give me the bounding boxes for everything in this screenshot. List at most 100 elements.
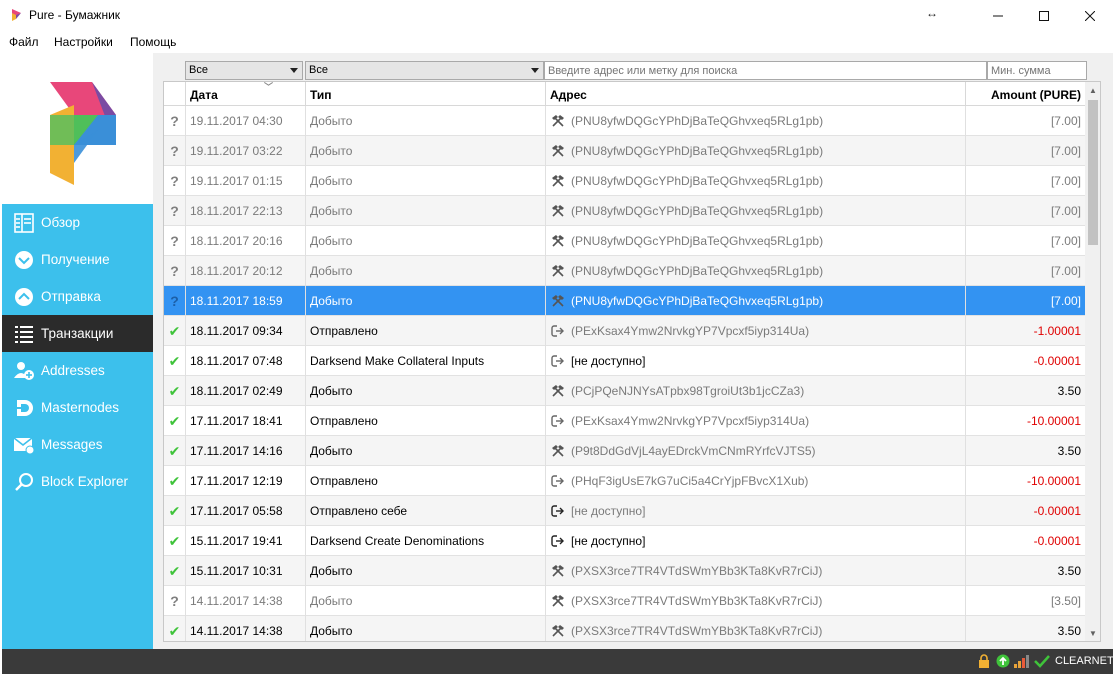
type-cell: Добыто — [306, 556, 546, 586]
status-icon: ? — [164, 286, 186, 316]
sidebar-item-block-explorer[interactable]: Block Explorer — [2, 463, 153, 500]
address-cell: (PNU8yfwDQGcYPhDjBaTeQGhvxeq5RLg1pb) — [546, 166, 966, 196]
sidebar-item-receive[interactable]: Получение — [2, 241, 153, 278]
table-row[interactable]: ? 19.11.2017 04:30 Добыто (PNU8yfwDQGcYPhDj… — [164, 106, 1085, 136]
mining-pickaxe-icon — [550, 593, 566, 609]
address-text: (PHqF3igUsE7kG7uCi5a4CrYjpFBvcX1Xub) — [571, 474, 809, 488]
scroll-down-icon[interactable]: ▼ — [1085, 625, 1100, 641]
menu-settings[interactable]: Настройки — [54, 35, 113, 49]
header-date-label: Дата — [190, 88, 218, 102]
table-row[interactable]: ✔ 18.11.2017 07:48 Darksend Make Collatera… — [164, 346, 1085, 376]
amount-cell: [7.00] — [1050, 174, 1081, 188]
status-icon: ? — [164, 196, 186, 226]
sidebar-item-send[interactable]: Отправка — [2, 278, 153, 315]
table-row[interactable]: ✔ 15.11.2017 10:31 Добыто (PXSX3rce7TR4VTdS… — [164, 556, 1085, 586]
mining-pickaxe-icon — [550, 173, 566, 189]
scrollbar-thumb[interactable] — [1088, 100, 1098, 245]
pure-logo — [50, 82, 116, 185]
status-icon: ? — [164, 136, 186, 166]
mining-pickaxe-icon — [550, 113, 566, 129]
messages-icon — [13, 434, 35, 456]
date-cell: 17.11.2017 14:16 — [186, 436, 306, 466]
status-icon: ✔ — [164, 466, 186, 496]
mining-pickaxe-icon — [550, 203, 566, 219]
amount-cell: [3.50] — [1050, 594, 1081, 608]
header-amount[interactable]: Amount (PURE) — [966, 82, 1085, 106]
date-filter-select[interactable]: Все — [185, 61, 303, 80]
table-row[interactable]: ✔ 18.11.2017 09:34 Отправлено (PExKsax4Ymw2… — [164, 316, 1085, 346]
sidebar-item-overview[interactable]: Обзор — [2, 204, 153, 241]
address-text: (PXSX3rce7TR4VTdSWmYBb3KTa8KvR7rCiJ) — [571, 594, 823, 608]
table-row[interactable]: ✔ 14.11.2017 14:38 Добыто (PXSX3rce7TR4VTdS… — [164, 616, 1085, 641]
type-cell: Добыто — [306, 616, 546, 641]
table-row[interactable]: ? 18.11.2017 20:12 Добыто (PNU8yfwDQGcYPhDj… — [164, 256, 1085, 286]
lock-icon — [978, 653, 990, 669]
menu-file[interactable]: Файл — [9, 35, 39, 49]
receive-icon — [13, 249, 35, 271]
type-cell: Добыто — [306, 376, 546, 406]
maximize-button[interactable] — [1021, 0, 1067, 31]
sidebar-item-masternodes[interactable]: Masternodes — [2, 389, 153, 426]
sidebar-item-transactions[interactable]: Транзакции — [2, 315, 153, 352]
date-cell: 15.11.2017 10:31 — [186, 556, 306, 586]
date-cell: 18.11.2017 02:49 — [186, 376, 306, 406]
amount-cell: [7.00] — [1050, 114, 1081, 128]
sidebar-item-label: Обзор — [41, 215, 80, 230]
table-row[interactable]: ? 19.11.2017 03:22 Добыто (PNU8yfwDQGcYPhDj… — [164, 136, 1085, 166]
chevron-down-icon — [531, 68, 539, 73]
type-filter-select[interactable]: Все — [305, 61, 544, 80]
header-address[interactable]: Адрес — [546, 82, 966, 106]
amount-cell: -1.00001 — [1033, 324, 1081, 338]
status-icon: ✔ — [164, 496, 186, 526]
sidebar-item-label: Masternodes — [41, 400, 120, 415]
address-text: (PCjPQeNJNYsATpbx98TgroiUt3b1jcCZa3) — [571, 384, 805, 398]
window-title: Pure - Бумажник — [29, 8, 121, 22]
date-cell: 18.11.2017 18:59 — [186, 286, 306, 316]
scroll-up-icon[interactable]: ▲ — [1085, 82, 1100, 98]
table-row[interactable]: ? 18.11.2017 20:16 Добыто (PNU8yfwDQGcYPhDj… — [164, 226, 1085, 256]
date-cell: 18.11.2017 20:16 — [186, 226, 306, 256]
close-button[interactable] — [1067, 0, 1113, 31]
transactions-table: ﹀ Дата Тип Адрес Amount (PURE) ? 19.11.20… — [163, 81, 1101, 642]
table-row[interactable]: ✔ 17.11.2017 05:58 Отправлено себе [не дост… — [164, 496, 1085, 526]
sidebar-item-messages[interactable]: Messages — [2, 426, 153, 463]
date-cell: 18.11.2017 09:34 — [186, 316, 306, 346]
app-logo-icon — [12, 9, 21, 21]
send-out-icon — [550, 353, 566, 369]
address-text: (PNU8yfwDQGcYPhDjBaTeQGhvxeq5RLg1pb) — [571, 234, 824, 248]
address-cell: (PExKsax4Ymw2NrvkgYP7Vpcxf5iyp314Ua) — [546, 406, 966, 436]
address-search-input[interactable] — [544, 61, 987, 80]
minimize-button[interactable] — [975, 0, 1021, 31]
table-row[interactable]: ? 18.11.2017 18:59 Добыто (PNU8yfwDQGcYPhDj… — [164, 286, 1085, 316]
date-cell: 14.11.2017 14:38 — [186, 586, 306, 616]
table-row[interactable]: ? 18.11.2017 22:13 Добыто (PNU8yfwDQGcYPhDj… — [164, 196, 1085, 226]
logo-area — [2, 53, 153, 204]
table-row[interactable]: ? 19.11.2017 01:15 Добыто (PNU8yfwDQGcYPhDj… — [164, 166, 1085, 196]
table-row[interactable]: ✔ 18.11.2017 02:49 Добыто (PCjPQeNJNYsATpbx… — [164, 376, 1085, 406]
min-amount-input[interactable] — [987, 61, 1087, 80]
header-type[interactable]: Тип — [306, 82, 546, 106]
type-cell: Добыто — [306, 166, 546, 196]
table-row[interactable]: ✔ 15.11.2017 19:41 Darksend Create Denomin… — [164, 526, 1085, 556]
table-row[interactable]: ✔ 17.11.2017 18:41 Отправлено (PExKsax4Ymw2… — [164, 406, 1085, 436]
address-cell: (PXSX3rce7TR4VTdSWmYBb3KTa8KvR7rCiJ) — [546, 616, 966, 641]
table-row[interactable]: ✔ 17.11.2017 12:19 Отправлено (PHqF3igUsE7k… — [164, 466, 1085, 496]
vertical-scrollbar[interactable]: ▲ ▼ — [1085, 82, 1100, 641]
menu-help[interactable]: Помощь — [130, 35, 176, 49]
sync-complete-icon — [996, 653, 1010, 669]
address-text: (PXSX3rce7TR4VTdSWmYBb3KTa8KvR7rCiJ) — [571, 564, 823, 578]
type-filter-value: Все — [309, 64, 328, 76]
address-cell: (PExKsax4Ymw2NrvkgYP7Vpcxf5iyp314Ua) — [546, 316, 966, 346]
date-cell: 17.11.2017 05:58 — [186, 496, 306, 526]
status-icon: ? — [164, 256, 186, 286]
date-cell: 19.11.2017 04:30 — [186, 106, 306, 136]
network-signal-icon — [1014, 653, 1030, 669]
header-status[interactable] — [164, 82, 186, 106]
sidebar-item-addresses[interactable]: Addresses — [2, 352, 153, 389]
header-date[interactable]: ﹀ Дата — [186, 82, 306, 106]
table-row[interactable]: ? 14.11.2017 14:38 Добыто (PXSX3rce7TR4VTdS… — [164, 586, 1085, 616]
mining-pickaxe-icon — [550, 263, 566, 279]
sidebar-item-label: Block Explorer — [41, 474, 129, 489]
table-row[interactable]: ✔ 17.11.2017 14:16 Добыто (P9t8DdGdVjL4ayED… — [164, 436, 1085, 466]
date-cell: 14.11.2017 14:38 — [186, 616, 306, 641]
